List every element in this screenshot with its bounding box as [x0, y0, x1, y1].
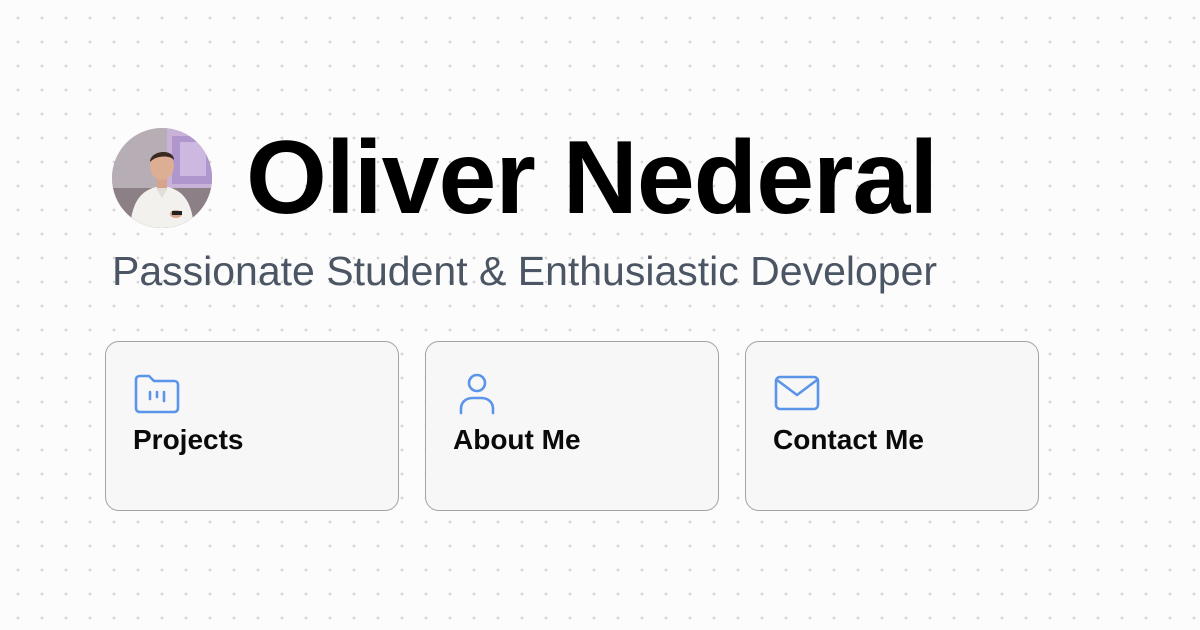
projects-card[interactable]: Projects — [105, 341, 399, 511]
tagline: Passionate Student & Enthusiastic Develo… — [112, 248, 938, 294]
about-me-card-label: About Me — [453, 424, 581, 455]
contact-me-card[interactable]: Contact Me — [745, 341, 1039, 511]
projects-card-label: Projects — [133, 424, 244, 455]
title-row: Oliver Nederal — [112, 120, 1072, 236]
avatar — [112, 128, 212, 228]
nav-cards: Projects About Me Contact Me — [105, 341, 1039, 511]
folder-icon — [133, 372, 181, 416]
avatar-photo — [112, 128, 212, 228]
page-title: Oliver Nederal — [246, 120, 938, 236]
hero-section: Oliver Nederal Passionate Student & Enth… — [112, 120, 1072, 296]
mail-icon — [773, 372, 821, 416]
about-me-card[interactable]: About Me — [425, 341, 719, 511]
user-icon — [453, 372, 501, 416]
contact-me-card-label: Contact Me — [773, 424, 924, 455]
